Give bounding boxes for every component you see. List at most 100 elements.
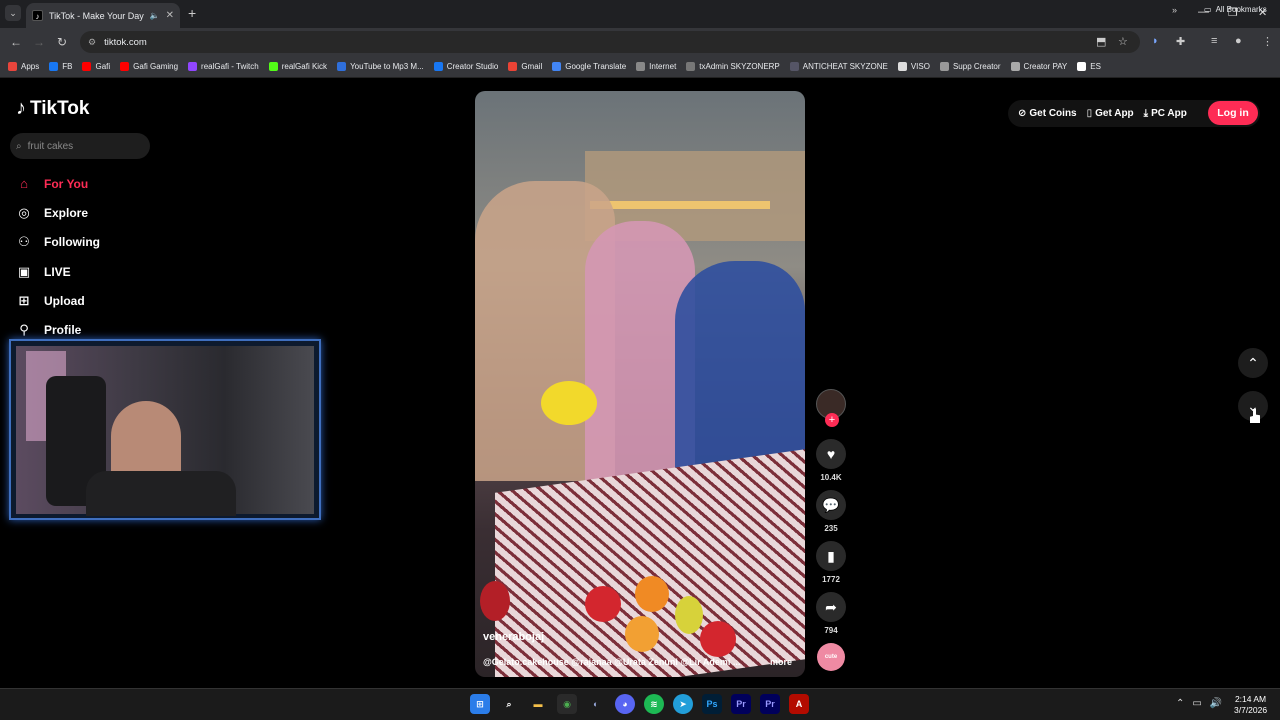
bookmark-item[interactable]: YouTube to Mp3 M... xyxy=(337,62,424,71)
compass-icon: ◎ xyxy=(18,204,30,220)
video-caption[interactable]: @Gelato.cakehouse @rajanaa @Urata Zenuni… xyxy=(483,657,753,667)
get-app-button[interactable]: ▯ Get App xyxy=(1087,108,1134,119)
comment-icon[interactable]: 💬 xyxy=(816,490,846,520)
sidebar-nav: ⌂ For You ◎ Explore ⚇ Following ▣ LIVE ⊞ Uplo… xyxy=(16,169,100,345)
search-icon[interactable]: ⌕ xyxy=(499,694,519,714)
tiktok-page: ♪ TikTok ⌕ fruit cakes ⌂ For You ◎ Explore… xyxy=(0,79,1280,688)
telegram-icon[interactable]: ➤ xyxy=(673,694,693,714)
previous-video-chevron-up-icon[interactable]: ⌃ xyxy=(1238,348,1268,378)
sidebar-item-live[interactable]: ▣ LIVE xyxy=(16,257,100,286)
extensions-puzzle-icon[interactable]: ✚ xyxy=(1176,35,1185,48)
bookmark-item[interactable]: Gmail xyxy=(508,62,542,71)
file-explorer-icon[interactable]: ▬ xyxy=(528,694,548,714)
video-fruit xyxy=(541,381,597,425)
clock-date: 3/7/2026 xyxy=(1234,705,1268,715)
install-app-icon[interactable]: ⬒ xyxy=(1096,35,1106,48)
search-input[interactable]: ⌕ fruit cakes xyxy=(10,133,150,159)
like-heart-icon[interactable]: ♥ xyxy=(816,439,846,469)
author-avatar[interactable]: + xyxy=(816,389,846,427)
es-icon xyxy=(1077,62,1087,71)
video-author-handle[interactable]: venerabojaj xyxy=(483,631,544,643)
browser-tab-active[interactable]: ♪ TikTok - Make Your Day 🔈 ✕ xyxy=(26,3,180,28)
video-player[interactable]: venerabojaj @Gelato.cakehouse @rajanaa @… xyxy=(475,91,805,677)
tiktok-logo[interactable]: ♪ TikTok xyxy=(16,97,89,120)
sidebar-item-for-you[interactable]: ⌂ For You xyxy=(16,169,100,198)
login-button[interactable]: Log in xyxy=(1208,101,1258,125)
bookmark-item[interactable]: Gafi xyxy=(82,62,110,71)
browser-toolbar: ← → ↻ ⚙ tiktok.com ⬒ ☆ ◗ ✚ ≡ ● ⋮ xyxy=(0,28,1280,56)
photoshop-icon[interactable]: Ps xyxy=(702,694,722,714)
video-fruit xyxy=(585,586,621,622)
sidebar-item-upload[interactable]: ⊞ Upload xyxy=(16,286,100,315)
pc-app-button[interactable]: ⤓ PC App xyxy=(1144,108,1187,119)
site-info-icon[interactable]: ⚙ xyxy=(88,37,96,48)
media-control-icon[interactable]: ≡ xyxy=(1211,35,1217,47)
browser-tab-strip: ⌄ ♪ TikTok - Make Your Day 🔈 ✕ + — ❐ ✕ xyxy=(0,0,1280,28)
extension-icon[interactable]: ◗ xyxy=(1152,35,1159,47)
apps-grid-icon xyxy=(8,62,17,71)
profile-avatar-icon[interactable]: ● xyxy=(1235,35,1242,47)
share-arrow-icon[interactable]: ➦ xyxy=(816,592,846,622)
windows-start-icon[interactable]: ⊞ xyxy=(470,694,490,714)
bookmarks-overflow-icon[interactable]: » xyxy=(1172,5,1177,15)
bookmark-item[interactable]: Apps xyxy=(8,62,39,71)
shield-icon xyxy=(789,62,799,71)
new-tab-button[interactable]: + xyxy=(188,5,196,21)
clock-time: 2:14 AM xyxy=(1234,694,1267,704)
menu-kebab-icon[interactable]: ⋮ xyxy=(1262,35,1273,48)
system-clock[interactable]: 2:14 AM 3/7/2026 xyxy=(1234,694,1267,716)
reload-icon[interactable]: ↻ xyxy=(57,35,67,49)
windows-taskbar: ⊞ ⌕ ▬ ◉ ◐ ◕ ≋ ➤ Ps Pr Pr A ⌃ ▭ 🔊 2:14 AM… xyxy=(0,688,1280,720)
folder-icon: ▭ xyxy=(1204,5,1212,14)
live-icon: ▣ xyxy=(17,263,31,279)
discord-icon[interactable]: ◕ xyxy=(615,694,635,714)
twitch-icon xyxy=(188,62,198,71)
tab-title: TikTok - Make Your Day xyxy=(49,10,144,21)
nav-label: Explore xyxy=(44,205,89,220)
steam-icon[interactable]: ◐ xyxy=(586,694,606,714)
bookmark-item[interactable]: FB xyxy=(49,62,72,71)
music-disc[interactable]: cute xyxy=(817,643,845,671)
address-bar[interactable]: ⚙ tiktok.com xyxy=(80,31,1140,53)
bookmark-item[interactable]: realGafi Kick xyxy=(268,62,327,71)
premiere-icon[interactable]: Pr xyxy=(760,694,780,714)
bookmark-item[interactable]: txAdmin SKYZONERP xyxy=(686,62,780,71)
comment-count: 235 xyxy=(824,524,838,533)
bookmark-item[interactable]: Creator PAY xyxy=(1010,62,1067,71)
bookmark-item[interactable]: Creator Studio xyxy=(433,62,498,71)
tab-search-icon[interactable]: ⌄ xyxy=(5,5,21,21)
gmail-icon xyxy=(508,62,518,71)
bookmark-item[interactable]: VISO xyxy=(897,62,930,71)
spotify-icon[interactable]: ≋ xyxy=(644,694,664,714)
bookmark-star-icon[interactable]: ☆ xyxy=(1118,35,1128,48)
follow-plus-icon[interactable]: + xyxy=(825,413,839,427)
speaker-icon[interactable]: 🔈 xyxy=(150,11,160,20)
bookmark-item[interactable]: Google Translate xyxy=(552,62,626,71)
all-bookmarks-button[interactable]: ▭ All Bookmarks xyxy=(1204,5,1267,14)
chrome-icon[interactable]: ◉ xyxy=(557,694,577,714)
bookmark-item[interactable]: ANTICHEAT SKYZONE xyxy=(789,62,888,71)
nav-label: For You xyxy=(44,176,89,191)
share-count: 794 xyxy=(824,626,838,635)
bookmark-item[interactable]: Internet xyxy=(636,62,676,71)
premiere-icon[interactable]: Pr xyxy=(731,694,751,714)
forward-icon[interactable]: → xyxy=(33,35,45,49)
sidebar-item-following[interactable]: ⚇ Following xyxy=(16,228,100,257)
bookmark-item[interactable]: ES xyxy=(1077,62,1101,71)
bookmark-item[interactable]: Supp Creator xyxy=(939,62,1001,71)
get-coins-button[interactable]: ⊘ Get Coins xyxy=(1018,108,1077,119)
bookmark-item[interactable]: Gafi Gaming xyxy=(120,62,178,71)
bookmark-item[interactable]: realGafi - Twitch xyxy=(188,62,259,71)
caption-more-link[interactable]: more xyxy=(770,657,792,667)
tray-chevron-up-icon[interactable]: ⌃ xyxy=(1176,698,1184,709)
sidebar-item-explore[interactable]: ◎ Explore xyxy=(16,198,100,227)
all-bookmarks-label: All Bookmarks xyxy=(1215,5,1267,14)
home-icon: ⌂ xyxy=(20,176,28,192)
monitor-icon[interactable]: ▭ xyxy=(1192,698,1201,709)
bookmarks-bar: Apps FB Gafi Gafi Gaming realGafi - Twit… xyxy=(0,56,1280,78)
bookmark-icon[interactable]: ▮ xyxy=(816,541,846,571)
adobe-icon[interactable]: A xyxy=(789,694,809,714)
back-icon[interactable]: ← xyxy=(10,35,22,49)
close-tab-icon[interactable]: ✕ xyxy=(166,10,174,21)
volume-icon[interactable]: 🔊 xyxy=(1210,698,1222,709)
